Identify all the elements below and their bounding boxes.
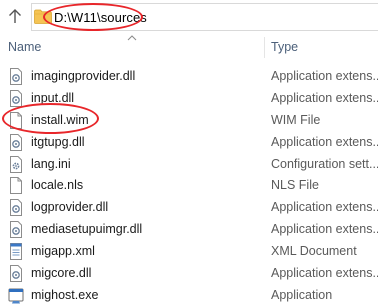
- file-name: migcore.dll: [31, 266, 92, 281]
- file-name: imagingprovider.dll: [31, 69, 136, 83]
- file-type: Application extens...: [271, 134, 378, 149]
- file-list: imagingprovider.dll Application extens..…: [0, 66, 378, 307]
- file-row[interactable]: logprovider.dll Application extens...: [0, 197, 378, 219]
- exe-file-icon: [8, 288, 24, 304]
- file-type: Application extens...: [271, 69, 378, 83]
- dll-file-icon: [10, 133, 22, 151]
- file-type: Application: [271, 287, 333, 302]
- address-bar: D:\W11\sources: [0, 0, 378, 36]
- address-path: D:\W11\sources: [54, 10, 147, 25]
- sort-ascending-icon: [127, 35, 137, 41]
- file-type: Configuration sett...: [271, 156, 378, 171]
- file-type: XML Document: [271, 244, 357, 259]
- file-name: migapp.xml: [31, 244, 95, 259]
- file-type: Application extens...: [271, 222, 378, 237]
- ini-file-icon: [10, 155, 22, 173]
- file-row[interactable]: lang.ini Configuration sett...: [0, 154, 378, 176]
- file-name: mediasetupuimgr.dll: [31, 222, 143, 237]
- file-row[interactable]: itgtupg.dll Application extens...: [0, 132, 378, 154]
- file-type: Application extens...: [271, 266, 378, 281]
- file-type: Application extens...: [271, 90, 378, 105]
- dll-file-icon: [10, 221, 22, 239]
- file-type: Application extens...: [271, 200, 378, 215]
- address-field[interactable]: D:\W11\sources: [31, 3, 378, 31]
- dll-file-icon: [10, 68, 22, 85]
- file-name: logprovider.dll: [31, 200, 109, 215]
- file-row[interactable]: input.dll Application extens...: [0, 88, 378, 110]
- file-type: NLS File: [271, 178, 319, 193]
- file-name: mighost.exe: [31, 287, 99, 302]
- file-row[interactable]: mediasetupuimgr.dll Application extens..…: [0, 219, 378, 241]
- file-name: itgtupg.dll: [31, 134, 85, 149]
- folder-icon: [34, 9, 52, 24]
- blank-file-icon: [10, 177, 22, 195]
- file-name: lang.ini: [31, 156, 71, 171]
- file-name: input.dll: [31, 90, 75, 105]
- file-row[interactable]: migcore.dll Application extens...: [0, 263, 378, 285]
- file-type: WIM File: [271, 112, 321, 127]
- column-header-row: [0, 36, 378, 60]
- file-name: install.wim: [31, 112, 89, 127]
- file-row[interactable]: locale.nls NLS File: [0, 175, 378, 197]
- file-row[interactable]: mighost.exe Application: [0, 285, 378, 307]
- column-divider[interactable]: [264, 37, 265, 58]
- file-row[interactable]: imagingprovider.dll Application extens..…: [0, 66, 378, 88]
- xml-file-icon: [10, 243, 22, 261]
- file-row[interactable]: migapp.xml XML Document: [0, 241, 378, 263]
- dll-file-icon: [10, 265, 22, 283]
- file-name: locale.nls: [31, 178, 84, 193]
- dll-file-icon: [10, 199, 22, 217]
- column-header-type[interactable]: Type: [271, 40, 298, 54]
- blank-file-icon: [10, 111, 22, 129]
- file-row[interactable]: install.wim WIM File: [0, 102, 378, 134]
- up-arrow-icon[interactable]: [6, 7, 24, 25]
- dll-file-icon: [10, 89, 22, 107]
- column-header-name[interactable]: Name: [8, 40, 41, 54]
